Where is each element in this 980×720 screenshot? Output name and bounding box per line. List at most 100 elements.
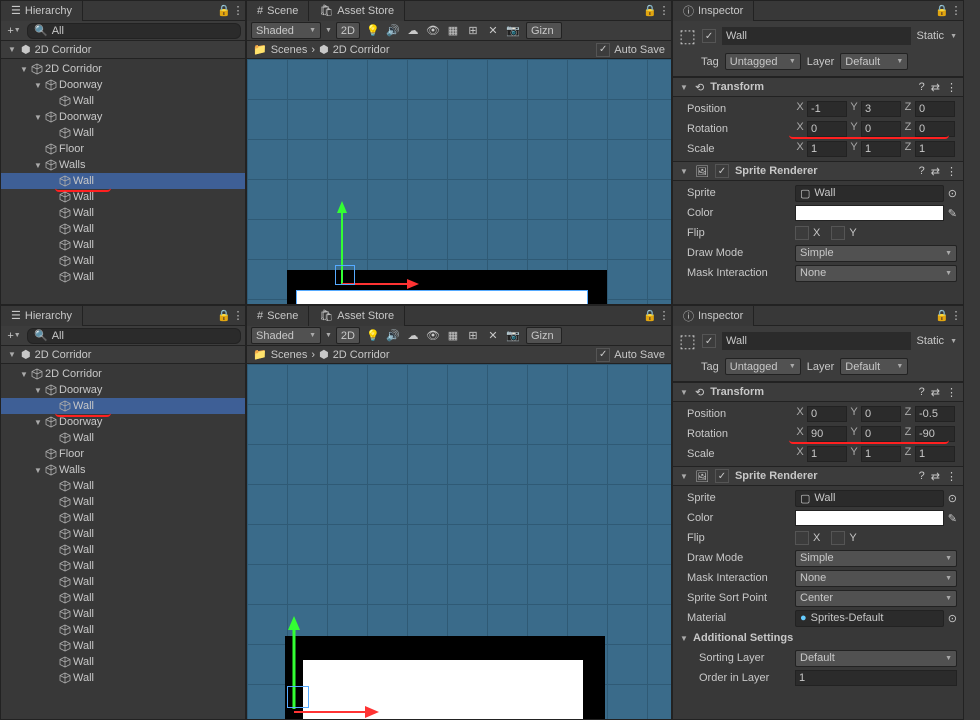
scene-viewport[interactable] <box>247 364 671 719</box>
sr-enable-check[interactable]: ✓ <box>715 469 729 483</box>
panel-menu-icon[interactable]: ⋮ <box>231 309 245 323</box>
grid-icon[interactable]: ▦ <box>444 327 462 345</box>
scale-z[interactable] <box>915 446 955 462</box>
hierarchy-search[interactable]: 🔍All <box>27 328 241 344</box>
autosave-check[interactable]: ✓ <box>596 348 610 362</box>
object-picker-icon[interactable]: ⊙ <box>948 492 957 505</box>
foldout-icon[interactable]: ▼ <box>33 113 43 122</box>
name-field[interactable] <box>722 332 911 350</box>
panel-menu-icon[interactable]: ⋮ <box>231 4 245 18</box>
material-field[interactable]: ●Sprites-Default <box>795 610 944 627</box>
help-icon[interactable]: ? <box>919 81 925 93</box>
asset-store-tab[interactable]: 🛍Asset Store <box>309 1 405 21</box>
hierarchy-item[interactable]: Wall <box>1 237 245 253</box>
hierarchy-tab[interactable]: ☰ Hierarchy <box>1 1 83 21</box>
lock-icon[interactable]: 🔒 <box>935 309 949 323</box>
fx-icon[interactable]: ☁ <box>404 327 422 345</box>
tag-dropdown[interactable]: Untagged▼ <box>725 53 801 70</box>
hierarchy-item[interactable]: Wall <box>1 558 245 574</box>
draw-mode-dropdown[interactable]: Simple▼ <box>795 245 957 262</box>
foldout-icon[interactable]: ▼ <box>19 370 29 379</box>
snap-icon[interactable]: ⊞ <box>464 327 482 345</box>
hierarchy-item[interactable]: ▼Walls <box>1 157 245 173</box>
sort-point-dropdown[interactable]: Center▼ <box>795 590 957 607</box>
hierarchy-item[interactable]: Wall <box>1 638 245 654</box>
foldout-icon[interactable]: ▼ <box>33 161 43 170</box>
hierarchy-item[interactable]: Wall <box>1 205 245 221</box>
fx-icon[interactable]: ☁ <box>404 22 422 40</box>
tools-icon[interactable]: ✕ <box>484 327 502 345</box>
scene-viewport[interactable] <box>247 59 671 304</box>
audio-icon[interactable]: 🔊 <box>384 327 402 345</box>
sorting-layer-dropdown[interactable]: Default▼ <box>795 650 957 667</box>
2d-toggle[interactable]: 2D <box>336 22 360 39</box>
static-dropdown[interactable]: ▼ <box>950 338 957 345</box>
gizmo-dropdown[interactable]: Gizn <box>526 327 562 344</box>
position-z[interactable] <box>915 406 955 422</box>
sprite-field[interactable]: ▢Wall <box>795 185 944 202</box>
component-menu-icon[interactable]: ⋮ <box>946 81 957 94</box>
position-z[interactable] <box>915 101 955 117</box>
lock-icon[interactable]: 🔒 <box>217 309 231 323</box>
hierarchy-item[interactable]: Wall <box>1 526 245 542</box>
lock-icon[interactable]: 🔒 <box>935 4 949 18</box>
hidden-icon[interactable]: 👁 <box>424 327 442 345</box>
2d-toggle[interactable]: 2D <box>336 327 360 344</box>
position-y[interactable] <box>861 406 901 422</box>
hierarchy-item[interactable]: Wall <box>1 542 245 558</box>
hierarchy-item[interactable]: Floor <box>1 141 245 157</box>
scene-crumb[interactable]: 2D Corridor <box>333 349 390 361</box>
scene-crumb[interactable]: 2D Corridor <box>333 44 390 56</box>
position-x[interactable] <box>807 406 847 422</box>
hierarchy-item[interactable]: ▼Walls <box>1 462 245 478</box>
panel-menu-icon[interactable]: ⋮ <box>949 4 963 18</box>
scenes-crumb[interactable]: Scenes <box>271 349 308 361</box>
hierarchy-item[interactable]: Wall <box>1 125 245 141</box>
panel-menu-icon[interactable]: ⋮ <box>657 309 671 323</box>
sr-foldout[interactable]: ▼ <box>679 167 689 176</box>
eyedropper-icon[interactable]: ✎ <box>948 207 957 220</box>
scene-tab[interactable]: #Scene <box>247 306 309 326</box>
foldout-icon[interactable]: ▼ <box>33 418 43 427</box>
hierarchy-item[interactable]: ▼Doorway <box>1 414 245 430</box>
camera-icon[interactable]: 📷 <box>504 327 522 345</box>
tools-icon[interactable]: ✕ <box>484 22 502 40</box>
sr-foldout[interactable]: ▼ <box>679 472 689 481</box>
component-menu-icon[interactable]: ⋮ <box>946 470 957 483</box>
color-field[interactable] <box>795 510 944 526</box>
hierarchy-search[interactable]: 🔍All <box>27 23 241 39</box>
flip-y-check[interactable] <box>831 226 845 240</box>
help-icon[interactable]: ? <box>919 165 925 177</box>
scene-foldout[interactable]: ▼ <box>7 45 17 54</box>
hierarchy-item[interactable]: Wall <box>1 173 245 189</box>
gizmo-dropdown[interactable]: Gizn <box>526 22 562 39</box>
scale-y[interactable] <box>861 141 901 157</box>
name-field[interactable] <box>722 27 911 45</box>
audio-icon[interactable]: 🔊 <box>384 22 402 40</box>
hierarchy-item[interactable]: Wall <box>1 93 245 109</box>
light-icon[interactable]: 💡 <box>364 22 382 40</box>
sr-enable-check[interactable]: ✓ <box>715 164 729 178</box>
component-menu-icon[interactable]: ⋮ <box>946 386 957 399</box>
grid-icon[interactable]: ▦ <box>444 22 462 40</box>
hierarchy-item[interactable]: Wall <box>1 622 245 638</box>
hierarchy-item[interactable]: Wall <box>1 510 245 526</box>
scale-y[interactable] <box>861 446 901 462</box>
scene-foldout[interactable]: ▼ <box>7 350 17 359</box>
render-mode-dropdown[interactable]: Shaded▼ <box>251 22 321 39</box>
light-icon[interactable]: 💡 <box>364 327 382 345</box>
layer-dropdown[interactable]: Default▼ <box>840 53 908 70</box>
active-check[interactable]: ✓ <box>702 334 716 348</box>
scenes-crumb[interactable]: Scenes <box>271 44 308 56</box>
scale-z[interactable] <box>915 141 955 157</box>
preset-icon[interactable]: ⇄ <box>931 386 940 399</box>
hierarchy-item[interactable]: Floor <box>1 446 245 462</box>
help-icon[interactable]: ? <box>919 386 925 398</box>
hierarchy-item[interactable]: Wall <box>1 221 245 237</box>
asset-store-tab[interactable]: 🛍Asset Store <box>309 306 405 326</box>
render-mode-dropdown[interactable]: Shaded▼ <box>251 327 321 344</box>
hierarchy-item[interactable]: Wall <box>1 590 245 606</box>
hierarchy-item[interactable]: Wall <box>1 494 245 510</box>
layer-dropdown[interactable]: Default▼ <box>840 358 908 375</box>
eyedropper-icon[interactable]: ✎ <box>948 512 957 525</box>
